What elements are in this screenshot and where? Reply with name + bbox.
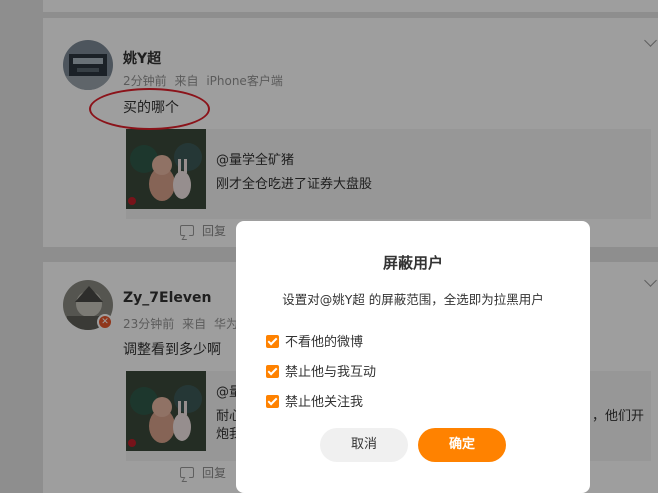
block-user-dialog: 屏蔽用户 设置对@姚Y超 的屏蔽范围，全选即为拉黑用户 不看他的微博 禁止他与我… — [236, 221, 590, 493]
option-block-follow[interactable]: 禁止他关注我 — [266, 391, 364, 410]
checkbox-checked-icon[interactable] — [266, 365, 279, 378]
confirm-button[interactable]: 确定 — [418, 428, 506, 462]
option-label: 不看他的微博 — [285, 335, 364, 350]
option-block-interaction[interactable]: 禁止他与我互动 — [266, 361, 377, 380]
option-label: 禁止他与我互动 — [285, 365, 377, 380]
option-hide-posts[interactable]: 不看他的微博 — [266, 331, 364, 350]
option-label: 禁止他关注我 — [285, 395, 364, 410]
checkbox-checked-icon[interactable] — [266, 395, 279, 408]
cancel-button[interactable]: 取消 — [320, 428, 408, 462]
dialog-description: 设置对@姚Y超 的屏蔽范围，全选即为拉黑用户 — [282, 292, 544, 307]
checkbox-checked-icon[interactable] — [266, 335, 279, 348]
dialog-title: 屏蔽用户 — [382, 254, 443, 272]
